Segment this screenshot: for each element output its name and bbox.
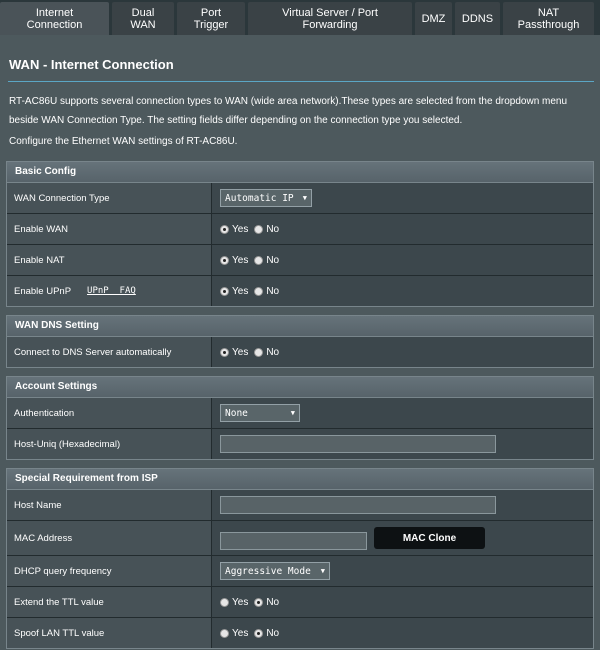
mac-row: MAC Address MAC Clone bbox=[7, 521, 593, 556]
dns-auto-row: Connect to DNS Server automatically Yes … bbox=[7, 337, 593, 367]
upnp-faq-link[interactable]: UPnP FAQ bbox=[87, 286, 136, 296]
dhcp-frequency-value: Aggressive Mode bbox=[225, 565, 311, 577]
router-settings-window: Internet Connection Dual WAN Port Trigge… bbox=[0, 0, 600, 650]
enable-nat-no-radio[interactable] bbox=[254, 255, 264, 265]
dhcp-frequency-select[interactable]: Aggressive Mode ▼ bbox=[220, 562, 330, 580]
wan-type-row: WAN Connection Type Automatic IP ▼ bbox=[7, 183, 593, 214]
dropdown-arrow-icon: ▼ bbox=[320, 567, 325, 575]
tab-dual-wan[interactable]: Dual WAN bbox=[112, 2, 174, 35]
radio-no-label: No bbox=[266, 223, 280, 235]
page-description: RT-AC86U supports several connection typ… bbox=[9, 96, 568, 126]
ttl-label: Extend the TTL value bbox=[7, 587, 212, 617]
spoof-ttl-label: Spoof LAN TTL value bbox=[7, 618, 212, 648]
hostname-label: Host Name bbox=[7, 490, 212, 520]
spoof-ttl-no-radio[interactable] bbox=[254, 628, 264, 638]
enable-wan-yes-radio[interactable] bbox=[220, 224, 229, 234]
content-panel: WAN - Internet Connection RT-AC86U suppo… bbox=[0, 35, 600, 650]
ttl-row: Extend the TTL value Yes No bbox=[7, 587, 593, 618]
dropdown-arrow-icon: ▼ bbox=[290, 409, 295, 417]
tab-label: Virtual Server / Port Forwarding bbox=[282, 6, 378, 31]
enable-wan-no-radio[interactable] bbox=[254, 224, 264, 234]
ttl-yes-radio[interactable] bbox=[220, 597, 229, 607]
hostname-input[interactable] bbox=[220, 496, 496, 514]
radio-yes-label: Yes bbox=[232, 346, 249, 358]
spoof-ttl-yes-radio[interactable] bbox=[220, 628, 229, 638]
radio-yes-label: Yes bbox=[232, 596, 249, 608]
mac-label: MAC Address bbox=[7, 521, 212, 555]
wan-type-value: Automatic IP bbox=[225, 192, 294, 204]
dropdown-arrow-icon: ▼ bbox=[302, 194, 307, 202]
mac-clone-label: MAC Clone bbox=[402, 532, 457, 544]
account-settings-section: Account Settings Authentication None ▼ H… bbox=[6, 376, 594, 460]
radio-no-label: No bbox=[266, 627, 280, 639]
enable-nat-yes-radio[interactable] bbox=[220, 255, 229, 265]
tab-label: Port Trigger bbox=[193, 6, 229, 31]
enable-nat-label: Enable NAT bbox=[7, 245, 212, 275]
enable-nat-row: Enable NAT Yes No bbox=[7, 245, 593, 276]
radio-no-label: No bbox=[266, 596, 280, 608]
basic-config-section: Basic Config WAN Connection Type Automat… bbox=[6, 161, 594, 307]
tab-virtual-server[interactable]: Virtual Server / Port Forwarding bbox=[248, 2, 412, 35]
section-header: Special Requirement from ISP bbox=[7, 469, 593, 490]
mac-clone-button[interactable]: MAC Clone bbox=[374, 527, 485, 549]
wan-type-label: WAN Connection Type bbox=[7, 183, 212, 213]
radio-no-label: No bbox=[266, 285, 280, 297]
tab-port-trigger[interactable]: Port Trigger bbox=[177, 2, 245, 35]
radio-yes-label: Yes bbox=[232, 223, 249, 235]
dns-auto-label: Connect to DNS Server automatically bbox=[7, 337, 212, 367]
tab-ddns[interactable]: DDNS bbox=[455, 2, 500, 35]
hostuniq-input[interactable] bbox=[220, 435, 496, 453]
tab-dmz[interactable]: DMZ bbox=[415, 2, 452, 35]
section-header: Account Settings bbox=[7, 377, 593, 398]
radio-yes-label: Yes bbox=[232, 627, 249, 639]
hostuniq-row: Host-Uniq (Hexadecimal) bbox=[7, 429, 593, 459]
enable-upnp-row: Enable UPnP UPnP FAQ Yes No bbox=[7, 276, 593, 306]
hostuniq-label: Host-Uniq (Hexadecimal) bbox=[7, 429, 212, 459]
radio-yes-label: Yes bbox=[232, 254, 249, 266]
hostname-row: Host Name bbox=[7, 490, 593, 521]
auth-label: Authentication bbox=[7, 398, 212, 428]
radio-yes-label: Yes bbox=[232, 285, 249, 297]
enable-upnp-yes-radio[interactable] bbox=[220, 286, 229, 296]
page-subdescription: Configure the Ethernet WAN settings of R… bbox=[9, 136, 238, 147]
isp-section: Special Requirement from ISP Host Name M… bbox=[6, 468, 594, 649]
radio-no-label: No bbox=[266, 346, 280, 358]
tab-label: NAT Passthrough bbox=[517, 6, 580, 31]
page-title: WAN - Internet Connection bbox=[9, 57, 174, 72]
title-divider bbox=[8, 81, 594, 82]
spoof-ttl-row: Spoof LAN TTL value Yes No bbox=[7, 618, 593, 648]
tab-label: DDNS bbox=[461, 12, 494, 25]
auth-row: Authentication None ▼ bbox=[7, 398, 593, 429]
mac-address-input[interactable] bbox=[220, 531, 367, 550]
dhcp-label: DHCP query frequency bbox=[7, 556, 212, 586]
tab-label: DMZ bbox=[421, 12, 446, 25]
dns-auto-no-radio[interactable] bbox=[254, 347, 264, 357]
dhcp-row: DHCP query frequency Aggressive Mode ▼ bbox=[7, 556, 593, 587]
enable-upnp-no-radio[interactable] bbox=[254, 286, 264, 296]
ttl-no-radio[interactable] bbox=[254, 597, 264, 607]
enable-wan-row: Enable WAN Yes No bbox=[7, 214, 593, 245]
tab-label: Dual WAN bbox=[130, 6, 156, 31]
tab-label: Internet Connection bbox=[26, 6, 83, 31]
enable-upnp-label: Enable UPnP bbox=[14, 285, 72, 297]
enable-upnp-label-cell: Enable UPnP UPnP FAQ bbox=[7, 276, 212, 306]
radio-no-label: No bbox=[266, 254, 280, 266]
wan-dns-section: WAN DNS Setting Connect to DNS Server au… bbox=[6, 315, 594, 368]
dns-auto-yes-radio[interactable] bbox=[220, 347, 229, 357]
tab-internet-connection[interactable]: Internet Connection bbox=[0, 2, 109, 35]
auth-select[interactable]: None ▼ bbox=[220, 404, 300, 422]
enable-wan-label: Enable WAN bbox=[7, 214, 212, 244]
wan-type-select[interactable]: Automatic IP ▼ bbox=[220, 189, 312, 207]
section-header: WAN DNS Setting bbox=[7, 316, 593, 337]
tab-nat-passthrough[interactable]: NAT Passthrough bbox=[503, 2, 594, 35]
tab-bar: Internet Connection Dual WAN Port Trigge… bbox=[0, 0, 600, 35]
section-header: Basic Config bbox=[7, 162, 593, 183]
auth-value: None bbox=[225, 407, 248, 419]
